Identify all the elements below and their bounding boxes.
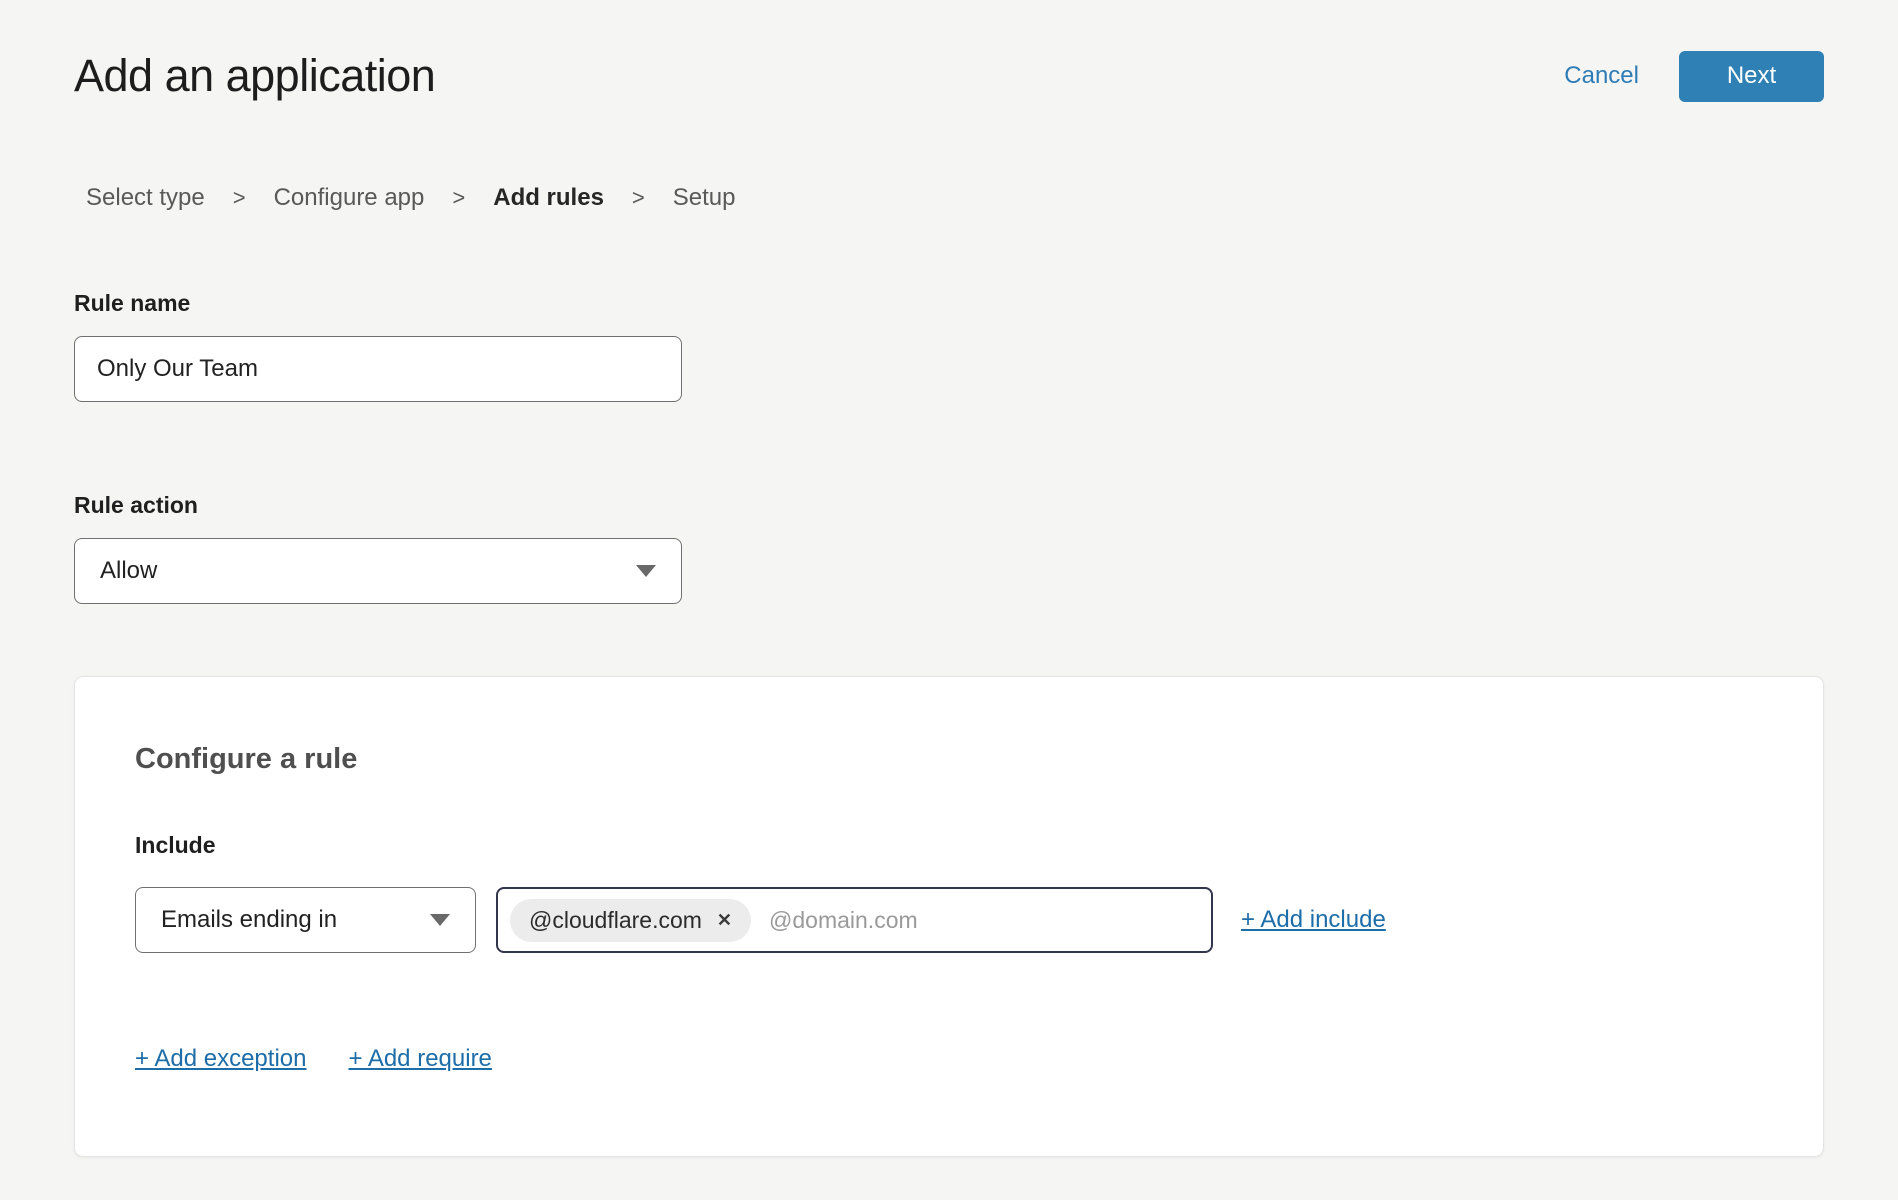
breadcrumb-separator: > [632, 185, 645, 211]
rule-name-input[interactable] [74, 336, 682, 402]
breadcrumb-step-setup[interactable]: Setup [673, 184, 736, 212]
email-chip-label: @cloudflare.com [529, 907, 702, 934]
rule-action-label: Rule action [74, 492, 1824, 519]
configure-rule-card: Configure a rule Include Emails ending i… [74, 676, 1824, 1157]
add-exception-link[interactable]: + Add exception [135, 1045, 306, 1073]
rule-action-select[interactable]: Allow [74, 538, 682, 604]
include-rule-row: Emails ending in @cloudflare.com ✕ + Add… [135, 887, 1763, 953]
breadcrumb-step-add-rules[interactable]: Add rules [493, 184, 604, 212]
rule-action-field: Rule action Allow [74, 492, 1824, 604]
email-tag-input-box[interactable]: @cloudflare.com ✕ [496, 887, 1213, 953]
chevron-down-icon [430, 914, 450, 926]
rule-action-selected-value: Allow [100, 557, 157, 585]
rule-name-label: Rule name [74, 290, 1824, 317]
chevron-down-icon [636, 565, 656, 577]
add-application-page: Add an application Cancel Next Select ty… [0, 0, 1898, 1157]
next-button[interactable]: Next [1679, 51, 1824, 102]
top-bar: Add an application Cancel Next [74, 0, 1824, 102]
breadcrumb-separator: > [233, 185, 246, 211]
remove-chip-icon[interactable]: ✕ [717, 911, 732, 929]
cancel-button[interactable]: Cancel [1564, 62, 1639, 90]
add-include-link[interactable]: + Add include [1241, 906, 1386, 934]
breadcrumb: Select type > Configure app > Add rules … [86, 184, 1824, 212]
rule-name-field: Rule name [74, 290, 1824, 402]
email-chip: @cloudflare.com ✕ [510, 899, 751, 942]
breadcrumb-step-configure-app[interactable]: Configure app [274, 184, 425, 212]
include-selector-select[interactable]: Emails ending in [135, 887, 476, 953]
include-selector-value: Emails ending in [161, 906, 337, 934]
rule-links-row: + Add exception + Add require [135, 1045, 1763, 1073]
add-require-link[interactable]: + Add require [348, 1045, 491, 1073]
include-label: Include [135, 832, 1763, 859]
breadcrumb-separator: > [452, 185, 465, 211]
email-domain-input[interactable] [769, 907, 1197, 934]
page-title: Add an application [74, 50, 435, 102]
breadcrumb-step-select-type[interactable]: Select type [86, 184, 205, 212]
card-title: Configure a rule [135, 743, 1763, 776]
top-actions: Cancel Next [1564, 51, 1824, 102]
